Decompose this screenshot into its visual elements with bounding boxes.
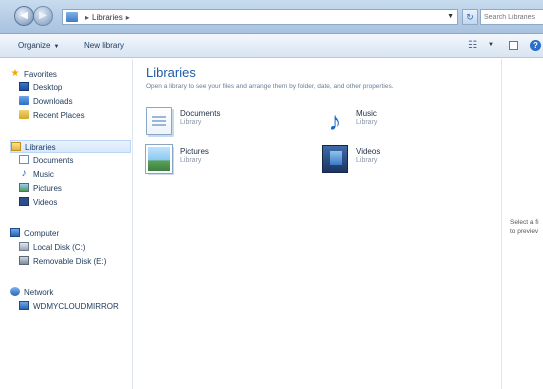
music-note-icon: ♪ [21, 168, 27, 180]
search-input[interactable] [484, 12, 543, 23]
chevron-down-icon[interactable]: ▼ [447, 13, 454, 20]
chevron-right-icon[interactable]: ▸ [85, 13, 89, 22]
nav-item-removable-disk[interactable]: Removable Disk (E:) [19, 255, 106, 268]
nav-item-documents[interactable]: Documents [19, 154, 73, 167]
library-documents[interactable]: Documents Library [146, 107, 296, 141]
downloads-icon [19, 96, 29, 106]
desktop-icon [19, 82, 29, 92]
nav-label: WDMYCLOUDMIRROR [33, 302, 119, 311]
network-icon [10, 287, 20, 297]
navigation-pane: ★ Favorites Desktop Downloads Recent Plac… [0, 59, 133, 389]
help-button[interactable]: ? [530, 40, 541, 51]
nav-label: Removable Disk (E:) [33, 257, 107, 266]
nav-label: Documents [33, 156, 74, 165]
back-button[interactable]: ◀ [14, 6, 34, 26]
new-library-button[interactable]: New library [84, 41, 124, 50]
library-type: Library [180, 119, 202, 126]
breadcrumb: ▸ Libraries ▸ [82, 13, 133, 22]
computer-icon [10, 228, 20, 238]
nav-item-local-disk[interactable]: Local Disk (C:) [19, 241, 85, 254]
nav-network[interactable]: Network [10, 286, 53, 299]
recent-places-icon [19, 110, 29, 120]
page-title: Libraries [146, 65, 196, 80]
library-music[interactable]: ♪ Music Library [322, 107, 472, 141]
nav-favorites[interactable]: ★ Favorites [10, 68, 57, 81]
command-bar: Organize ▼ New library ☷ ▼ ? [0, 34, 543, 58]
breadcrumb-libraries[interactable]: Libraries [92, 13, 123, 22]
change-view-button[interactable]: ☷ [468, 40, 486, 52]
refresh-button[interactable]: ↻ [462, 9, 478, 25]
preview-pane-button[interactable] [509, 41, 518, 50]
pictures-library-icon [146, 145, 172, 173]
nav-label: Music [33, 170, 54, 179]
videos-library-icon [322, 145, 348, 173]
library-name: Pictures [180, 147, 209, 156]
hard-disk-icon [19, 242, 29, 252]
library-name: Videos [356, 147, 381, 156]
nav-label: Local Disk (C:) [33, 243, 86, 252]
library-name: Documents [180, 109, 221, 118]
nav-label: Videos [33, 198, 58, 207]
documents-library-icon [146, 107, 172, 135]
page-description: Open a library to see your files and arr… [146, 83, 394, 90]
nav-item-desktop[interactable]: Desktop [19, 81, 62, 94]
organize-label: Organize [18, 41, 51, 50]
library-type: Library [180, 157, 202, 164]
library-type: Library [356, 157, 378, 164]
nav-label: Desktop [33, 83, 63, 92]
nav-item-videos[interactable]: Videos [19, 196, 57, 209]
nav-label: Favorites [24, 70, 57, 79]
document-icon [19, 155, 29, 165]
picture-icon [19, 183, 29, 193]
chevron-right-icon[interactable]: ▸ [126, 13, 130, 22]
search-field[interactable] [480, 9, 543, 25]
preview-line: to previev [510, 228, 539, 235]
library-type: Library [356, 119, 378, 126]
nav-computer[interactable]: Computer [10, 227, 59, 240]
libraries-icon [11, 142, 21, 152]
preview-message: Select a fi to previev [510, 218, 539, 236]
nav-label: Downloads [33, 97, 73, 106]
nav-label: Computer [24, 229, 60, 238]
music-library-icon: ♪ [328, 106, 342, 136]
nav-item-pictures[interactable]: Pictures [19, 182, 62, 195]
nav-item-recent-places[interactable]: Recent Places [19, 109, 85, 122]
library-videos[interactable]: Videos Library [322, 145, 472, 179]
view-options-icon: ☷ [468, 40, 477, 51]
chevron-down-icon: ▼ [53, 44, 60, 50]
nav-item-downloads[interactable]: Downloads [19, 95, 73, 108]
nav-label: Libraries [25, 143, 56, 152]
removable-disk-icon [19, 256, 29, 266]
nav-item-music[interactable]: ♪ Music [19, 168, 54, 181]
chevron-down-icon[interactable]: ▼ [488, 42, 494, 48]
organize-button[interactable]: Organize ▼ [18, 41, 59, 50]
nav-item-wdmycloudmirror[interactable]: WDMYCLOUDMIRROR [19, 300, 119, 313]
preview-line: Select a fi [510, 219, 539, 226]
content-pane: Libraries Open a library to see your fil… [134, 59, 501, 389]
preview-pane: Select a fi to previev [501, 59, 543, 389]
forward-button[interactable]: ▶ [33, 6, 53, 26]
star-icon: ★ [10, 68, 20, 80]
video-icon [19, 197, 29, 207]
library-pictures[interactable]: Pictures Library [146, 145, 296, 179]
address-field[interactable]: ▸ Libraries ▸ ▼ [62, 9, 458, 25]
nav-label: Pictures [33, 184, 62, 193]
library-name: Music [356, 109, 377, 118]
libraries-icon [66, 12, 78, 22]
nav-label: Network [24, 288, 54, 297]
address-bar: ◀ ▶ ▸ Libraries ▸ ▼ ↻ [0, 0, 543, 34]
refresh-icon: ↻ [466, 12, 474, 22]
network-computer-icon [19, 301, 29, 311]
nav-label: Recent Places [33, 111, 85, 120]
nav-libraries[interactable]: Libraries [10, 140, 131, 153]
